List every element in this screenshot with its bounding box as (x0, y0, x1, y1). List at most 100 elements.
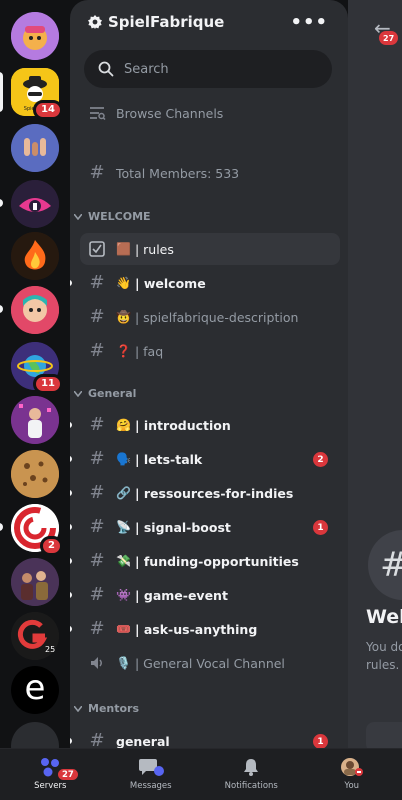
channel-funding-opportunities[interactable]: # 💸 | funding-opportunities (70, 545, 340, 577)
category-label: General (88, 387, 137, 400)
server-icon-letter-e[interactable]: e (11, 666, 59, 714)
channel-ressources-for-indies[interactable]: # 🔗 | ressources-for-indies (70, 477, 340, 509)
channel-hash-icon: # (368, 530, 402, 600)
server-icon-performer[interactable] (11, 396, 59, 444)
channel-name: | ask-us-anything (134, 621, 258, 637)
mention-badge: 2 (313, 452, 328, 467)
server-icon-hands[interactable] (11, 124, 59, 172)
server-icon-fire[interactable] (11, 232, 59, 280)
browse-channels-label: Browse Channels (116, 105, 224, 121)
voice-stat-channel-icon: # (89, 162, 105, 183)
members-count-label: Total Members: 533 (116, 165, 240, 181)
category-general[interactable]: General (74, 387, 136, 400)
server-icon-avatar-character[interactable] (11, 12, 59, 60)
server-icon-illustration[interactable] (11, 286, 59, 334)
nav-label: Messages (129, 781, 172, 791)
selected-server-indicator (0, 72, 3, 112)
category-label: Mentors (88, 702, 140, 715)
server-header[interactable]: SpielFabrique (88, 13, 224, 31)
server-icon-globe[interactable]: 11 (11, 342, 63, 394)
nav-label: Servers (34, 781, 67, 791)
category-welcome[interactable]: WELCOME (74, 210, 151, 223)
server-rail[interactable]: Spiel Fab 14 11 2 (0, 0, 70, 748)
message-input-partial[interactable] (366, 722, 402, 748)
channel-panel: SpielFabrique ••• Browse Channels # Tota… (70, 0, 348, 748)
search-input[interactable] (124, 61, 304, 77)
category-mentors[interactable]: Mentors (74, 702, 139, 715)
unread-indicator (70, 738, 72, 744)
nav-label: You (344, 781, 360, 791)
browse-channels-icon (86, 104, 108, 122)
unread-indicator (70, 592, 72, 598)
unread-indicator (70, 456, 72, 462)
nav-servers[interactable]: 27 Servers (0, 749, 101, 800)
unread-indicator (70, 524, 72, 530)
members-count-channel[interactable]: # Total Members: 533 (80, 157, 340, 189)
chevron-down-icon (74, 705, 82, 712)
channel-emoji: 🎙️ (116, 656, 131, 670)
rules-channel-icon (86, 241, 108, 257)
server-name: SpielFabrique (108, 13, 225, 31)
channel-name: | funding-opportunities (134, 553, 299, 569)
unread-indicator (0, 305, 3, 313)
channel-name: | game-event (134, 587, 228, 603)
channel-lets-talk[interactable]: # 🗣️ | lets-talk 2 (70, 443, 340, 475)
category-label: WELCOME (88, 210, 151, 223)
channel-general-vocal[interactable]: 🎙️ | General Vocal Channel (80, 647, 340, 679)
welcome-title: Wel (366, 606, 402, 628)
text-channel-icon: # (89, 584, 105, 605)
nav-notifications[interactable]: Notifications (201, 749, 302, 800)
channel-ask-us-anything[interactable]: # 🎟️ | ask-us-anything (70, 613, 340, 645)
user-avatar (340, 758, 363, 776)
search-bar[interactable] (84, 50, 332, 88)
channel-emoji: 📡 (116, 520, 131, 534)
nav-you[interactable]: You (302, 749, 402, 800)
server-icon-g25[interactable]: 25 (11, 612, 59, 660)
text-channel-icon: # (89, 414, 105, 435)
nav-messages[interactable]: Messages (101, 749, 202, 800)
channel-emoji: 🔗 (116, 486, 131, 500)
server-spielfabrique[interactable]: Spiel Fab 14 (11, 68, 63, 120)
unread-indicator (0, 199, 3, 207)
channel-introduction[interactable]: # 🤗 | introduction (70, 409, 340, 441)
server-badge: 2 (40, 536, 63, 556)
text-channel-icon: # (89, 340, 105, 361)
text-channel-icon: # (89, 516, 105, 537)
unread-indicator (70, 422, 72, 428)
server-icon-cookie[interactable] (11, 450, 59, 498)
server-icon-group-art[interactable] (11, 558, 59, 606)
nav-label: Notifications (224, 781, 278, 791)
browse-channels-button[interactable]: Browse Channels (80, 97, 340, 129)
community-badge-icon (88, 15, 102, 29)
channel-name: | lets-talk (134, 451, 203, 467)
channel-view-peek[interactable]: ← 27 # Wel You do rules. (348, 0, 402, 748)
search-icon (98, 61, 114, 77)
more-options-button[interactable]: ••• (290, 12, 328, 33)
channel-name: | faq (134, 343, 164, 359)
svg-text:25: 25 (45, 645, 55, 654)
chevron-down-icon (74, 213, 82, 220)
server-icon-red-c[interactable]: 2 (11, 504, 63, 556)
server-icon-partial[interactable] (11, 722, 59, 748)
mention-badge: 1 (313, 734, 328, 748)
server-icon-pink-eye[interactable] (11, 180, 59, 228)
channel-emoji: 🤠 (116, 310, 131, 324)
text-channel-icon: # (89, 482, 105, 503)
welcome-subtitle-line: rules. (366, 658, 400, 672)
channel-emoji: 🗣️ (116, 452, 131, 466)
text-channel-icon: # (89, 550, 105, 571)
channel-welcome[interactable]: # 👋 | welcome (70, 267, 340, 299)
channel-rules[interactable]: 🟫 | rules (80, 233, 340, 265)
speaker-icon (86, 655, 108, 671)
unread-indicator (70, 490, 72, 496)
channel-emoji: 🟫 (116, 242, 131, 256)
bell-icon (244, 759, 259, 776)
channel-game-event[interactable]: # 👾 | game-event (70, 579, 340, 611)
channel-signal-boost[interactable]: # 📡 | signal-boost 1 (70, 511, 340, 543)
channel-faq[interactable]: # ❓ | faq (80, 335, 340, 367)
channel-spielfabrique-description[interactable]: # 🤠 | spielfabrique-description (80, 301, 340, 333)
channel-name: | General Vocal Channel (134, 655, 285, 671)
channel-name: | signal-boost (134, 519, 231, 535)
channel-mentors-general[interactable]: # general 1 (70, 725, 340, 748)
bottom-navigation: 27 Servers Messages Notifications You (0, 748, 402, 800)
